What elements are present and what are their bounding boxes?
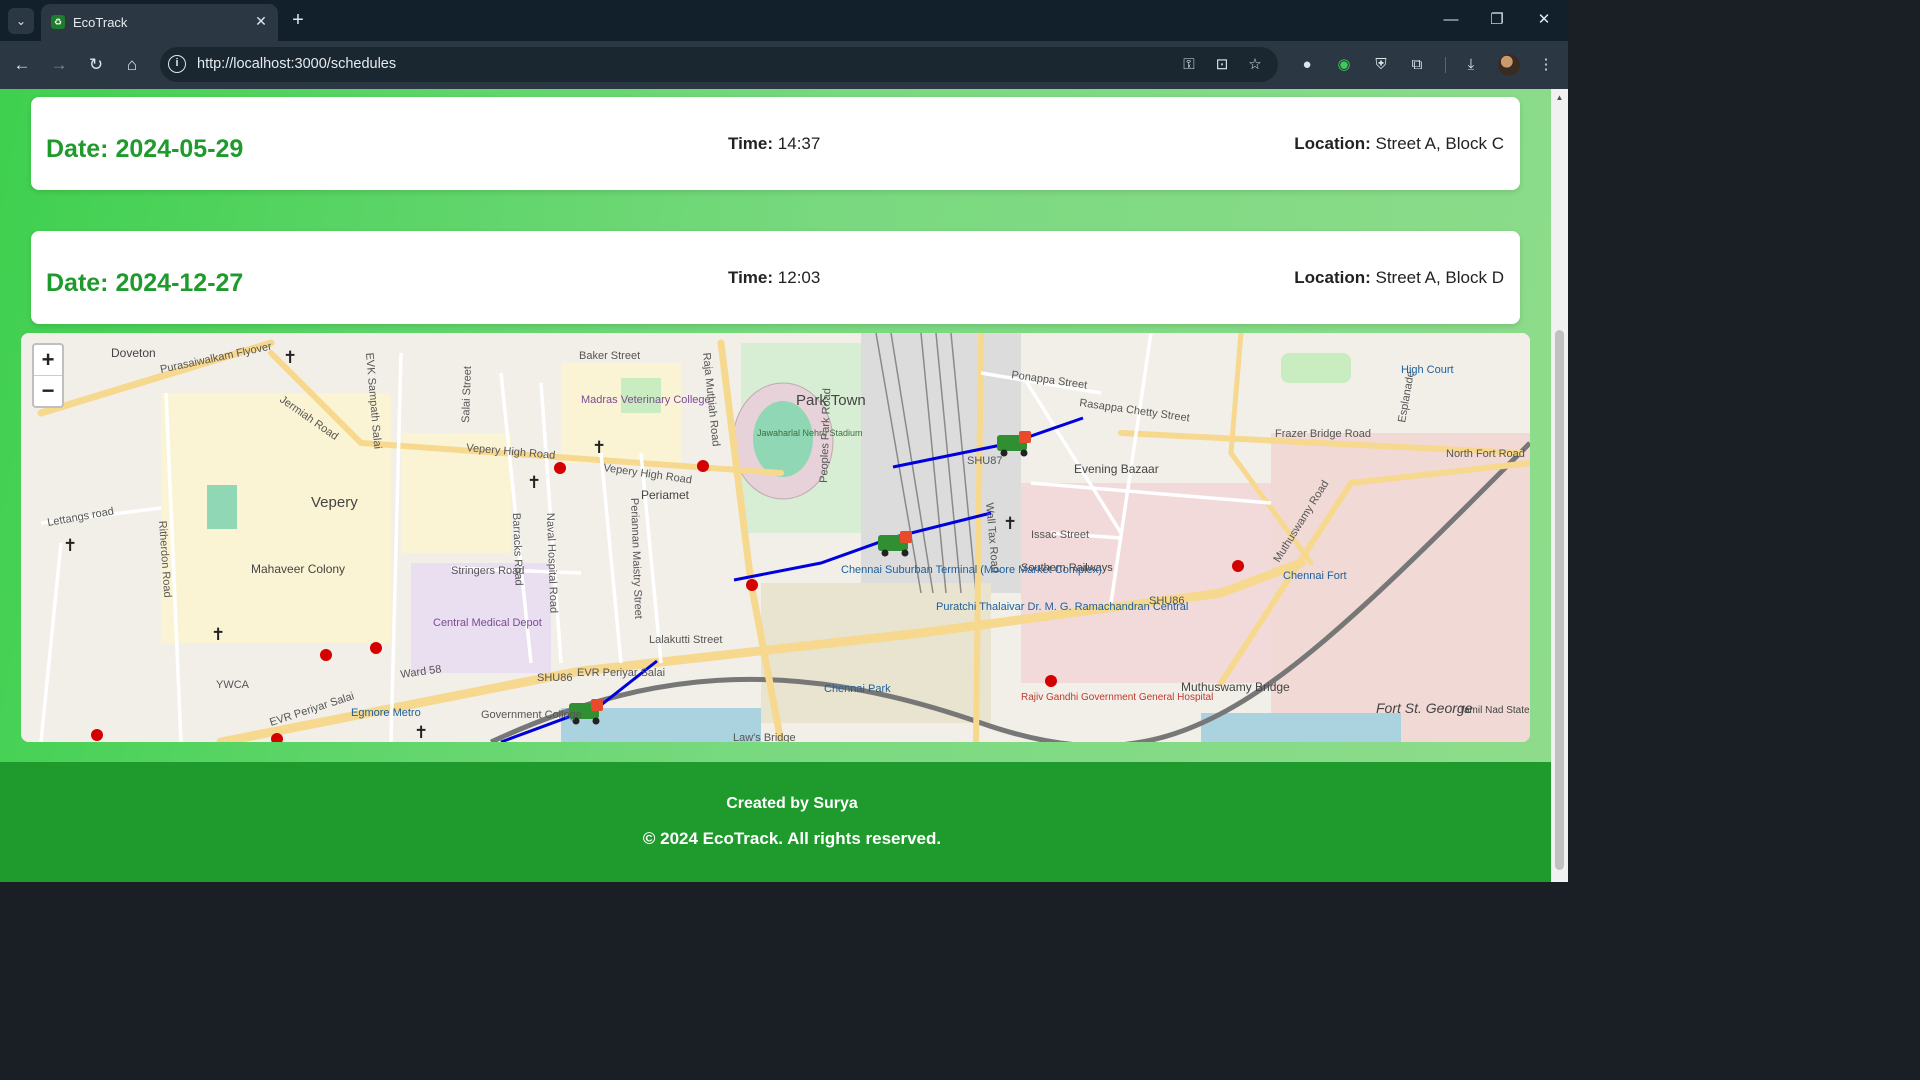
map-label: Issac Street [1031, 529, 1089, 541]
map-label: Chennai Fort [1283, 570, 1347, 582]
schedule-date: Date: 2024-05-29 [46, 135, 244, 163]
ecotrack-favicon-icon: ♻ [51, 15, 65, 29]
site-info-icon[interactable]: i [168, 55, 186, 73]
svg-text:✝: ✝ [527, 473, 541, 492]
map-label: Chennai Park [824, 683, 891, 695]
map-label: High Court [1401, 364, 1454, 376]
scrollbar-thumb[interactable] [1555, 330, 1564, 870]
tab-close-icon[interactable]: ✕ [252, 12, 270, 30]
schedule-location: Location: Street A, Block D [1294, 268, 1504, 288]
browser-toolbar: ← → ↻ ⌂ i http://localhost:3000/schedule… [0, 41, 1568, 89]
page-footer: Created by Surya © 2024 EcoTrack. All ri… [0, 762, 1551, 882]
route-map[interactable]: ✝ ✝ ✝ ✝ ✝ ✝ ✝ Purasaiwalkam Flyover Jermiah … [21, 333, 1530, 742]
schedule-time: Time: 12:03 [728, 268, 820, 288]
time-value: 14:37 [777, 134, 821, 153]
address-bar[interactable]: i http://localhost:3000/schedules ⚿ ⊡ ☆ [160, 47, 1278, 82]
stadium-field [753, 401, 813, 477]
browser-tab[interactable]: ♻ EcoTrack ✕ [41, 4, 278, 41]
svg-text:✝: ✝ [414, 723, 428, 742]
map-label: Tamil Nad State Legisl [1459, 705, 1530, 716]
toolbar-divider [1445, 57, 1446, 73]
map-label: Central Medical Depot [433, 617, 542, 629]
time-label: Time: [728, 268, 774, 287]
svg-text:✝: ✝ [1003, 514, 1017, 533]
password-key-icon[interactable]: ⚿ [1178, 54, 1200, 76]
map-label: Periamet [641, 488, 690, 502]
map-label: Vepery [311, 494, 358, 511]
svg-text:✝: ✝ [283, 348, 297, 367]
tab-title: EcoTrack [73, 15, 128, 30]
menu-kebab-icon[interactable]: ⋮ [1535, 54, 1557, 76]
scroll-up-arrow-icon[interactable]: ▲ [1555, 93, 1564, 102]
map-label: Rajiv Gandhi Government General Hospital [1021, 692, 1213, 703]
map-tiles[interactable]: ✝✝✝ ✝✝✝ ✝ Purasaiwalkam Flyover Jermiah … [21, 333, 1530, 742]
pool-patch [207, 485, 237, 529]
map-label: Madras Veterinary College [581, 394, 711, 406]
bookmark-star-icon[interactable]: ☆ [1244, 54, 1266, 76]
schedule-time: Time: 14:37 [728, 134, 820, 154]
restore-icon[interactable]: ❐ [1482, 8, 1512, 32]
map-label: Lalakutti Street [649, 634, 722, 646]
extension-eye-icon[interactable]: ◉ [1333, 54, 1355, 76]
map-label: Evening Bazaar [1074, 462, 1159, 476]
extensions-puzzle-icon[interactable]: ⧉ [1406, 54, 1428, 76]
minimize-icon[interactable]: — [1436, 8, 1466, 32]
map-label: Salai Street [460, 366, 474, 423]
map-label: North Fort Road [1446, 448, 1525, 460]
back-arrow-icon[interactable]: ← [10, 53, 34, 77]
map-label: Park Town [796, 392, 866, 409]
zoom-in-button[interactable]: + [34, 345, 62, 375]
location-value: Street A, Block D [1375, 268, 1505, 287]
reload-icon[interactable]: ↻ [84, 53, 108, 77]
map-label: Chennai Suburban Terminal (Moore Market … [841, 564, 1102, 576]
close-window-icon[interactable]: ✕ [1529, 8, 1559, 32]
map-label: Jawaharlal Nehru Stadium [757, 428, 863, 438]
time-label: Time: [728, 134, 774, 153]
install-app-icon[interactable]: ⊡ [1211, 54, 1233, 76]
footer-credit: Created by Surya [726, 795, 858, 812]
map-label: Frazer Bridge Road [1275, 428, 1371, 440]
svg-text:✝: ✝ [592, 438, 606, 457]
url-text[interactable]: http://localhost:3000/schedules [197, 56, 396, 72]
profile-avatar[interactable] [1498, 54, 1520, 76]
map-label: Mahaveer Colony [251, 562, 345, 576]
location-label: Location: [1294, 268, 1371, 287]
location-label: Location: [1294, 134, 1371, 153]
map-label: SHU87 [967, 455, 1002, 467]
time-value: 12:03 [777, 268, 821, 287]
browser-tab-bar: ⌄ ♻ EcoTrack ✕ + — ❐ ✕ [0, 0, 1568, 41]
residential-area [161, 393, 391, 643]
schedule-date: Date: 2024-12-27 [46, 269, 244, 297]
map-label: Doveton [111, 346, 156, 360]
download-icon[interactable]: ⤓ [1460, 54, 1482, 76]
home-icon[interactable]: ⌂ [120, 53, 144, 77]
map-label: EVR Periyar Salai [577, 667, 665, 679]
map-zoom-control: + − [32, 343, 64, 408]
map-label: YWCA [216, 679, 250, 691]
map-label: Egmore Metro [351, 707, 421, 719]
page-viewport: Date: 2024-05-29 Time: 14:37 Location: S… [0, 89, 1568, 882]
extension-shield-icon[interactable]: ⛨ [1370, 54, 1392, 76]
zoom-out-button[interactable]: − [34, 375, 62, 405]
map-label: SHU86 [537, 672, 572, 684]
schedule-card: Date: 2024-12-27 Time: 12:03 Location: S… [31, 231, 1520, 324]
svg-text:✝: ✝ [63, 536, 77, 555]
footer-copyright: © 2024 EcoTrack. All rights reserved. [642, 829, 942, 848]
map-label: Puratchi Thalaivar Dr. M. G. Ramachandra… [936, 601, 1188, 613]
new-tab-plus-icon[interactable]: + [286, 8, 310, 32]
map-label: Baker Street [579, 350, 640, 362]
map-label: Law's Bridge [733, 732, 796, 742]
svg-text:✝: ✝ [211, 625, 225, 644]
tab-search-chevron-icon[interactable]: ⌄ [8, 8, 34, 34]
park-patch [1281, 353, 1351, 383]
location-value: Street A, Block C [1375, 134, 1505, 153]
map-label: Barracks Road [510, 513, 525, 586]
moat [1201, 713, 1401, 742]
map-label: Government College [481, 709, 582, 721]
schedule-card: Date: 2024-05-29 Time: 14:37 Location: S… [31, 97, 1520, 190]
page-scrollbar[interactable]: ▲ [1551, 89, 1568, 882]
extension-circle-icon[interactable]: ● [1296, 54, 1318, 76]
forward-arrow-icon[interactable]: → [47, 53, 71, 77]
schedule-location: Location: Street A, Block C [1294, 134, 1504, 154]
